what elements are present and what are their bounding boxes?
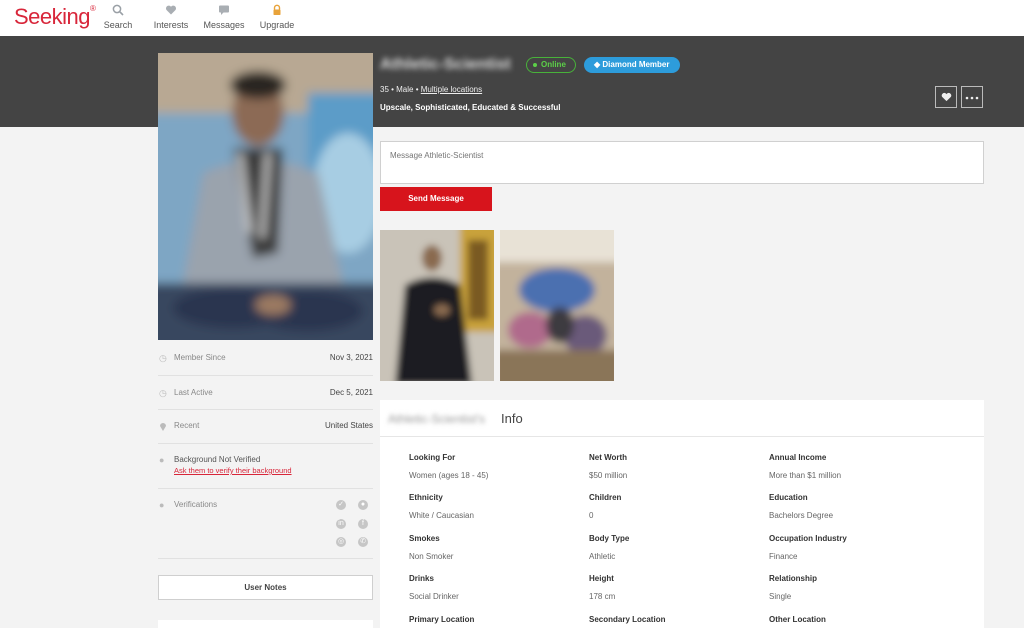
- instagram-icon: ◎: [336, 537, 346, 547]
- field-relationship: Relationship Single: [769, 574, 818, 601]
- last-active-label: Last Active: [174, 388, 213, 397]
- field-primary-location: Primary Location: [409, 615, 475, 624]
- background-label: Background Not Verified: [174, 455, 261, 464]
- last-active-value: Dec 5, 2021: [329, 388, 373, 397]
- check-icon: ●: [159, 500, 165, 510]
- chat-icon: [194, 4, 254, 18]
- field-education: Education Bachelors Degree: [769, 493, 834, 520]
- profile-tagline: Upscale, Sophisticated, Educated & Succe…: [380, 103, 561, 112]
- user-notes-button[interactable]: User Notes: [158, 575, 373, 600]
- user-verified-icon: ●: [358, 500, 368, 510]
- verify-background-link[interactable]: Ask them to verify their background: [174, 466, 292, 475]
- divider: [158, 558, 373, 559]
- background-row: ● Background Not Verified Ask them to ve…: [158, 455, 373, 479]
- field-body-type: Body Type Athletic: [589, 534, 630, 561]
- info-icon: ●: [159, 455, 165, 465]
- check-verified-icon: ✓: [336, 500, 346, 510]
- field-annual-income: Annual Income More than $1 million: [769, 453, 842, 480]
- profile-header-band: [0, 36, 1024, 127]
- diamond-member-badge: ◆ Diamond Member: [584, 57, 680, 73]
- info-header: Athletic-Scientist's Info: [380, 400, 984, 437]
- nav-search-label: Search: [103, 20, 133, 30]
- more-options-button[interactable]: [961, 86, 983, 108]
- online-dot-icon: [533, 62, 537, 67]
- photo-thumbnail-1[interactable]: [380, 230, 494, 381]
- photo-thumbnail-2[interactable]: [500, 230, 614, 381]
- search-icon: [88, 4, 148, 18]
- bottom-card: [158, 620, 373, 628]
- profile-meta: 35 • Male • Multiple locations: [380, 85, 483, 94]
- info-card: Athletic-Scientist's Info Looking For Wom…: [380, 400, 984, 628]
- divider: [158, 488, 373, 489]
- nav-search[interactable]: Search: [88, 4, 148, 30]
- lock-icon: [247, 4, 307, 18]
- field-looking-for: Looking For Women (ages 18 - 45): [409, 453, 489, 480]
- top-nav: Seeking® Search Interests Messages Upgra…: [0, 0, 1024, 36]
- recent-label: Recent: [174, 421, 200, 430]
- field-children: Children 0: [589, 493, 622, 520]
- divider: [158, 409, 373, 410]
- clock-icon: ◷: [159, 388, 167, 398]
- nav-upgrade[interactable]: Upgrade: [247, 4, 307, 30]
- field-secondary-location: Secondary Location: [589, 615, 666, 624]
- message-box[interactable]: [380, 141, 984, 184]
- heart-icon: [941, 92, 952, 105]
- heart-icon: [141, 4, 201, 18]
- nav-upgrade-label: Upgrade: [259, 20, 295, 30]
- info-owner-name: Athletic-Scientist's: [388, 412, 485, 426]
- main-profile-photo[interactable]: [158, 53, 373, 340]
- phone-icon: ✆: [358, 537, 368, 547]
- message-input[interactable]: [381, 142, 983, 183]
- verifications-label: Verifications: [174, 500, 218, 509]
- more-icon: [965, 91, 979, 103]
- nav-messages-label: Messages: [203, 20, 245, 30]
- member-since-label: Member Since: [174, 353, 226, 362]
- verifications-row: ● Verifications ✓ ● in f ◎ ✆: [158, 500, 373, 550]
- field-drinks: Drinks Social Drinker: [409, 574, 459, 601]
- online-badge: Online: [526, 57, 576, 73]
- nav-interests-label: Interests: [153, 20, 189, 30]
- field-ethnicity: Ethnicity White / Caucasian: [409, 493, 474, 520]
- info-heading: Info: [501, 411, 523, 426]
- facebook-icon: f: [358, 519, 368, 529]
- field-height: Height 178 cm: [589, 574, 616, 601]
- member-since-value: Nov 3, 2021: [329, 353, 373, 362]
- field-smokes: Smokes Non Smoker: [409, 534, 454, 561]
- profile-name: Athletic-Scientist: [380, 56, 511, 73]
- divider: [158, 375, 373, 376]
- field-net-worth: Net Worth $50 million: [589, 453, 628, 480]
- recent-value: United States: [324, 421, 373, 430]
- clock-icon: ◷: [159, 353, 167, 363]
- send-message-button[interactable]: Send Message: [380, 187, 492, 211]
- field-occupation-industry: Occupation Industry Finance: [769, 534, 847, 561]
- nav-interests[interactable]: Interests: [141, 4, 201, 30]
- field-other-location: Other Location: [769, 615, 826, 624]
- divider: [158, 443, 373, 444]
- nav-messages[interactable]: Messages: [194, 4, 254, 30]
- location-pin-icon: [159, 421, 167, 433]
- multiple-locations-link[interactable]: Multiple locations: [421, 85, 482, 94]
- favorite-button[interactable]: [935, 86, 957, 108]
- linkedin-icon: in: [336, 519, 346, 529]
- seeking-logo[interactable]: Seeking®: [14, 4, 96, 30]
